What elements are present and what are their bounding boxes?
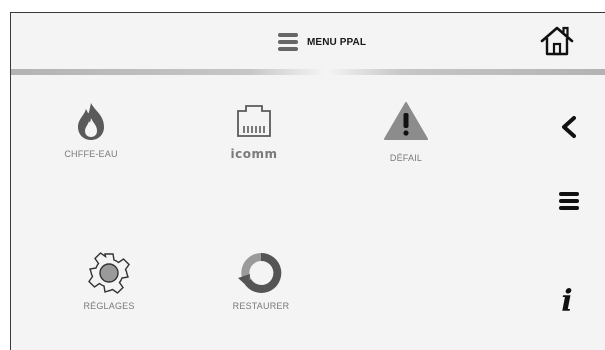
tile-label: RESTAURER [232,301,290,311]
screen-frame: MENU PPAL CHFFE-EAU icomm DÉFAIL RÉGLAGE… [10,12,605,350]
chevron-left-icon [562,116,576,138]
page-title: MENU PPAL [307,36,367,48]
gear-icon [88,252,130,294]
flame-icon [78,103,104,140]
tile-label: CHFFE-EAU [64,149,118,159]
tile-label: DÉFAIL [389,153,423,163]
tile-chauffe-eau[interactable]: CHFFE-EAU [31,97,151,159]
tile-restaurer[interactable]: RESTAURER [201,249,321,311]
tile-reglages[interactable]: RÉGLAGES [49,249,169,311]
home-button[interactable] [539,23,575,59]
back-button[interactable] [551,109,587,145]
tile-icomm[interactable]: icomm [194,97,314,161]
hamburger-menu-icon [559,192,579,210]
main-menu-button[interactable]: MENU PPAL [277,29,366,55]
info-button[interactable]: i [549,283,585,319]
tile-defaut[interactable]: DÉFAIL [346,97,466,163]
tile-label: RÉGLAGES [83,301,135,311]
side-menu-button[interactable] [551,183,587,219]
header-divider [11,69,605,75]
tile-label: icomm [230,147,278,161]
network-port-icon [237,105,271,137]
info-icon: i [561,283,573,319]
header-bar: MENU PPAL [11,13,605,69]
warning-triangle-icon [384,102,428,140]
house-icon [540,26,574,56]
hamburger-menu-icon [278,33,298,51]
restore-arrow-icon [238,252,282,293]
